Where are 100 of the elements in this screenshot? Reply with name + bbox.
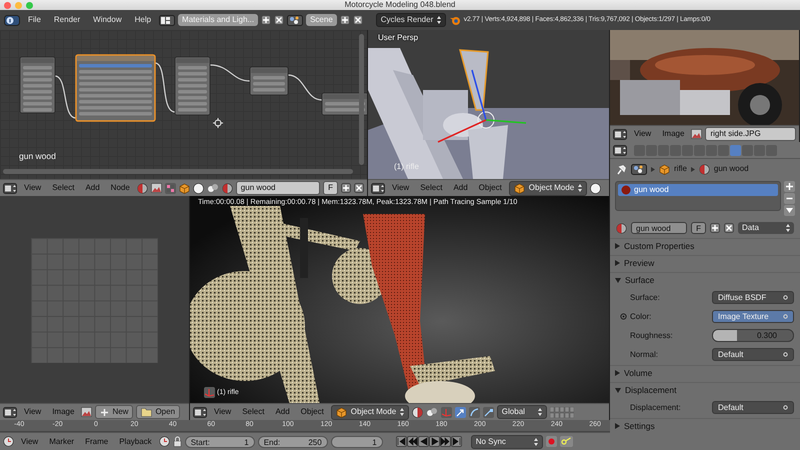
image-browse-icon[interactable] (691, 129, 702, 139)
header-menu[interactable]: Window (88, 14, 127, 26)
add-icon[interactable] (340, 15, 350, 25)
header-menu[interactable]: View (20, 406, 46, 418)
lock-icon[interactable] (172, 436, 182, 447)
scene-icon[interactable] (287, 14, 304, 26)
close-icon[interactable] (724, 223, 734, 233)
jump-to-end-icon[interactable] (450, 436, 462, 447)
header-button[interactable]: New (95, 405, 134, 419)
header-menu[interactable]: Add (449, 182, 472, 194)
info-editor-icon[interactable] (4, 14, 20, 26)
header-menu[interactable]: Object (296, 406, 328, 418)
pin-icon[interactable] (616, 164, 627, 174)
add-icon[interactable] (710, 223, 720, 233)
link-dropdown[interactable]: Data (738, 222, 794, 234)
editor-type-icon[interactable] (371, 182, 385, 194)
dropdown[interactable]: Default (712, 401, 794, 414)
fake-user-button[interactable]: F (323, 181, 338, 195)
shader-node[interactable] (174, 56, 210, 116)
add-slot-button[interactable] (784, 181, 795, 192)
close-icon[interactable] (354, 183, 364, 193)
current-frame-field[interactable]: 1 (330, 436, 383, 448)
window-close-button[interactable] (4, 2, 11, 8)
material-name-field[interactable]: gun wood (236, 181, 320, 195)
material-browse-icon[interactable] (222, 182, 233, 194)
play-reverse-icon[interactable] (418, 436, 429, 447)
pivot-point-icon[interactable] (426, 406, 438, 418)
dropdown[interactable]: Diffuse BSDF (712, 291, 794, 304)
next-keyframe-icon[interactable] (440, 436, 451, 447)
previous-keyframe-icon[interactable] (406, 436, 418, 447)
header-menu[interactable]: Marker (45, 436, 78, 448)
orientation-dropdown[interactable]: Global (496, 405, 547, 419)
viewport-shading-icon[interactable] (590, 182, 602, 194)
shader-node[interactable] (20, 56, 56, 114)
viewport-shading-icon[interactable] (412, 406, 423, 418)
remove-slot-button[interactable] (784, 193, 795, 204)
shader-nodes-icon[interactable] (136, 182, 148, 194)
sync-dropdown[interactable]: No Sync (470, 434, 543, 448)
editor-type-icon[interactable] (3, 436, 14, 447)
close-icon[interactable] (352, 15, 363, 25)
header-menu[interactable]: Object (474, 182, 506, 194)
scene-field[interactable]: Scene (306, 14, 337, 26)
texture-nodes-icon[interactable] (150, 183, 162, 193)
editor-type-icon[interactable] (3, 406, 17, 418)
panel-header[interactable]: Displacement (610, 382, 800, 397)
start-frame-field[interactable]: Start: 1 (184, 436, 255, 448)
header-menu[interactable]: Frame (81, 436, 112, 448)
fake-user-button[interactable]: F (691, 222, 706, 234)
header-menu[interactable]: Image (48, 406, 78, 418)
render-engine-dropdown[interactable]: Cycles Render (376, 13, 446, 27)
header-menu[interactable]: Select (416, 182, 446, 194)
image-browse-icon[interactable] (81, 407, 92, 417)
world-icon[interactable] (192, 182, 204, 194)
screen-layout-field[interactable]: Materials and Ligh... (178, 14, 258, 26)
panel-header[interactable]: Settings (610, 418, 800, 433)
jump-to-start-icon[interactable] (396, 436, 407, 447)
header-menu[interactable]: Node (106, 182, 134, 194)
screen-layout-icon[interactable] (159, 14, 176, 26)
mode-dropdown[interactable]: Object Mode (330, 404, 409, 420)
header-menu[interactable]: Render (48, 14, 86, 26)
editor-type-icon[interactable] (193, 406, 207, 418)
dropdown[interactable]: Default (712, 348, 794, 361)
header-menu[interactable]: View (210, 406, 236, 418)
roughness-slider[interactable]: 0.300 (712, 329, 794, 342)
header-menu[interactable]: Playback (115, 436, 156, 448)
shader-node[interactable] (250, 66, 288, 96)
header-menu[interactable]: Select (238, 406, 268, 418)
add-icon[interactable] (261, 15, 272, 25)
vertical-scrollbar[interactable] (359, 34, 364, 165)
header-button[interactable]: Open (136, 405, 180, 419)
header-menu[interactable]: Add (81, 182, 104, 194)
material-slot[interactable]: gun wood (618, 184, 778, 196)
add-icon[interactable] (341, 183, 351, 193)
close-icon[interactable] (274, 15, 284, 25)
image-name-field[interactable]: right side.JPG (705, 127, 796, 141)
end-frame-field[interactable]: End: 250 (258, 436, 328, 448)
dropdown[interactable]: Image Texture (712, 310, 794, 323)
keying-set-icon[interactable] (560, 436, 573, 447)
header-menu[interactable]: File (23, 14, 46, 26)
header-menu[interactable]: Add (271, 406, 294, 418)
mode-dropdown[interactable]: Object Mode (508, 180, 588, 196)
socket-icon[interactable] (620, 313, 627, 320)
slot-menu-button[interactable] (784, 205, 795, 216)
shader-node[interactable] (75, 54, 156, 122)
translate-icon[interactable] (454, 406, 466, 418)
header-menu[interactable]: Image (658, 128, 688, 140)
editor-type-icon[interactable] (3, 182, 17, 194)
material-name-field[interactable]: gun wood (631, 222, 688, 234)
header-menu[interactable]: View (17, 436, 42, 448)
header-menu[interactable]: Help (130, 14, 156, 26)
scale-icon[interactable] (482, 406, 494, 418)
panel-header[interactable]: Custom Properties (610, 238, 800, 253)
object-icon[interactable] (178, 182, 190, 194)
header-menu[interactable]: View (20, 182, 46, 194)
header-menu[interactable]: View (630, 128, 656, 140)
horizontal-scrollbar[interactable] (3, 169, 353, 174)
editor-type-icon[interactable] (613, 144, 627, 156)
editor-type-icon[interactable] (613, 128, 627, 140)
material-browse-icon[interactable] (616, 222, 627, 234)
rotate-icon[interactable] (468, 406, 480, 418)
